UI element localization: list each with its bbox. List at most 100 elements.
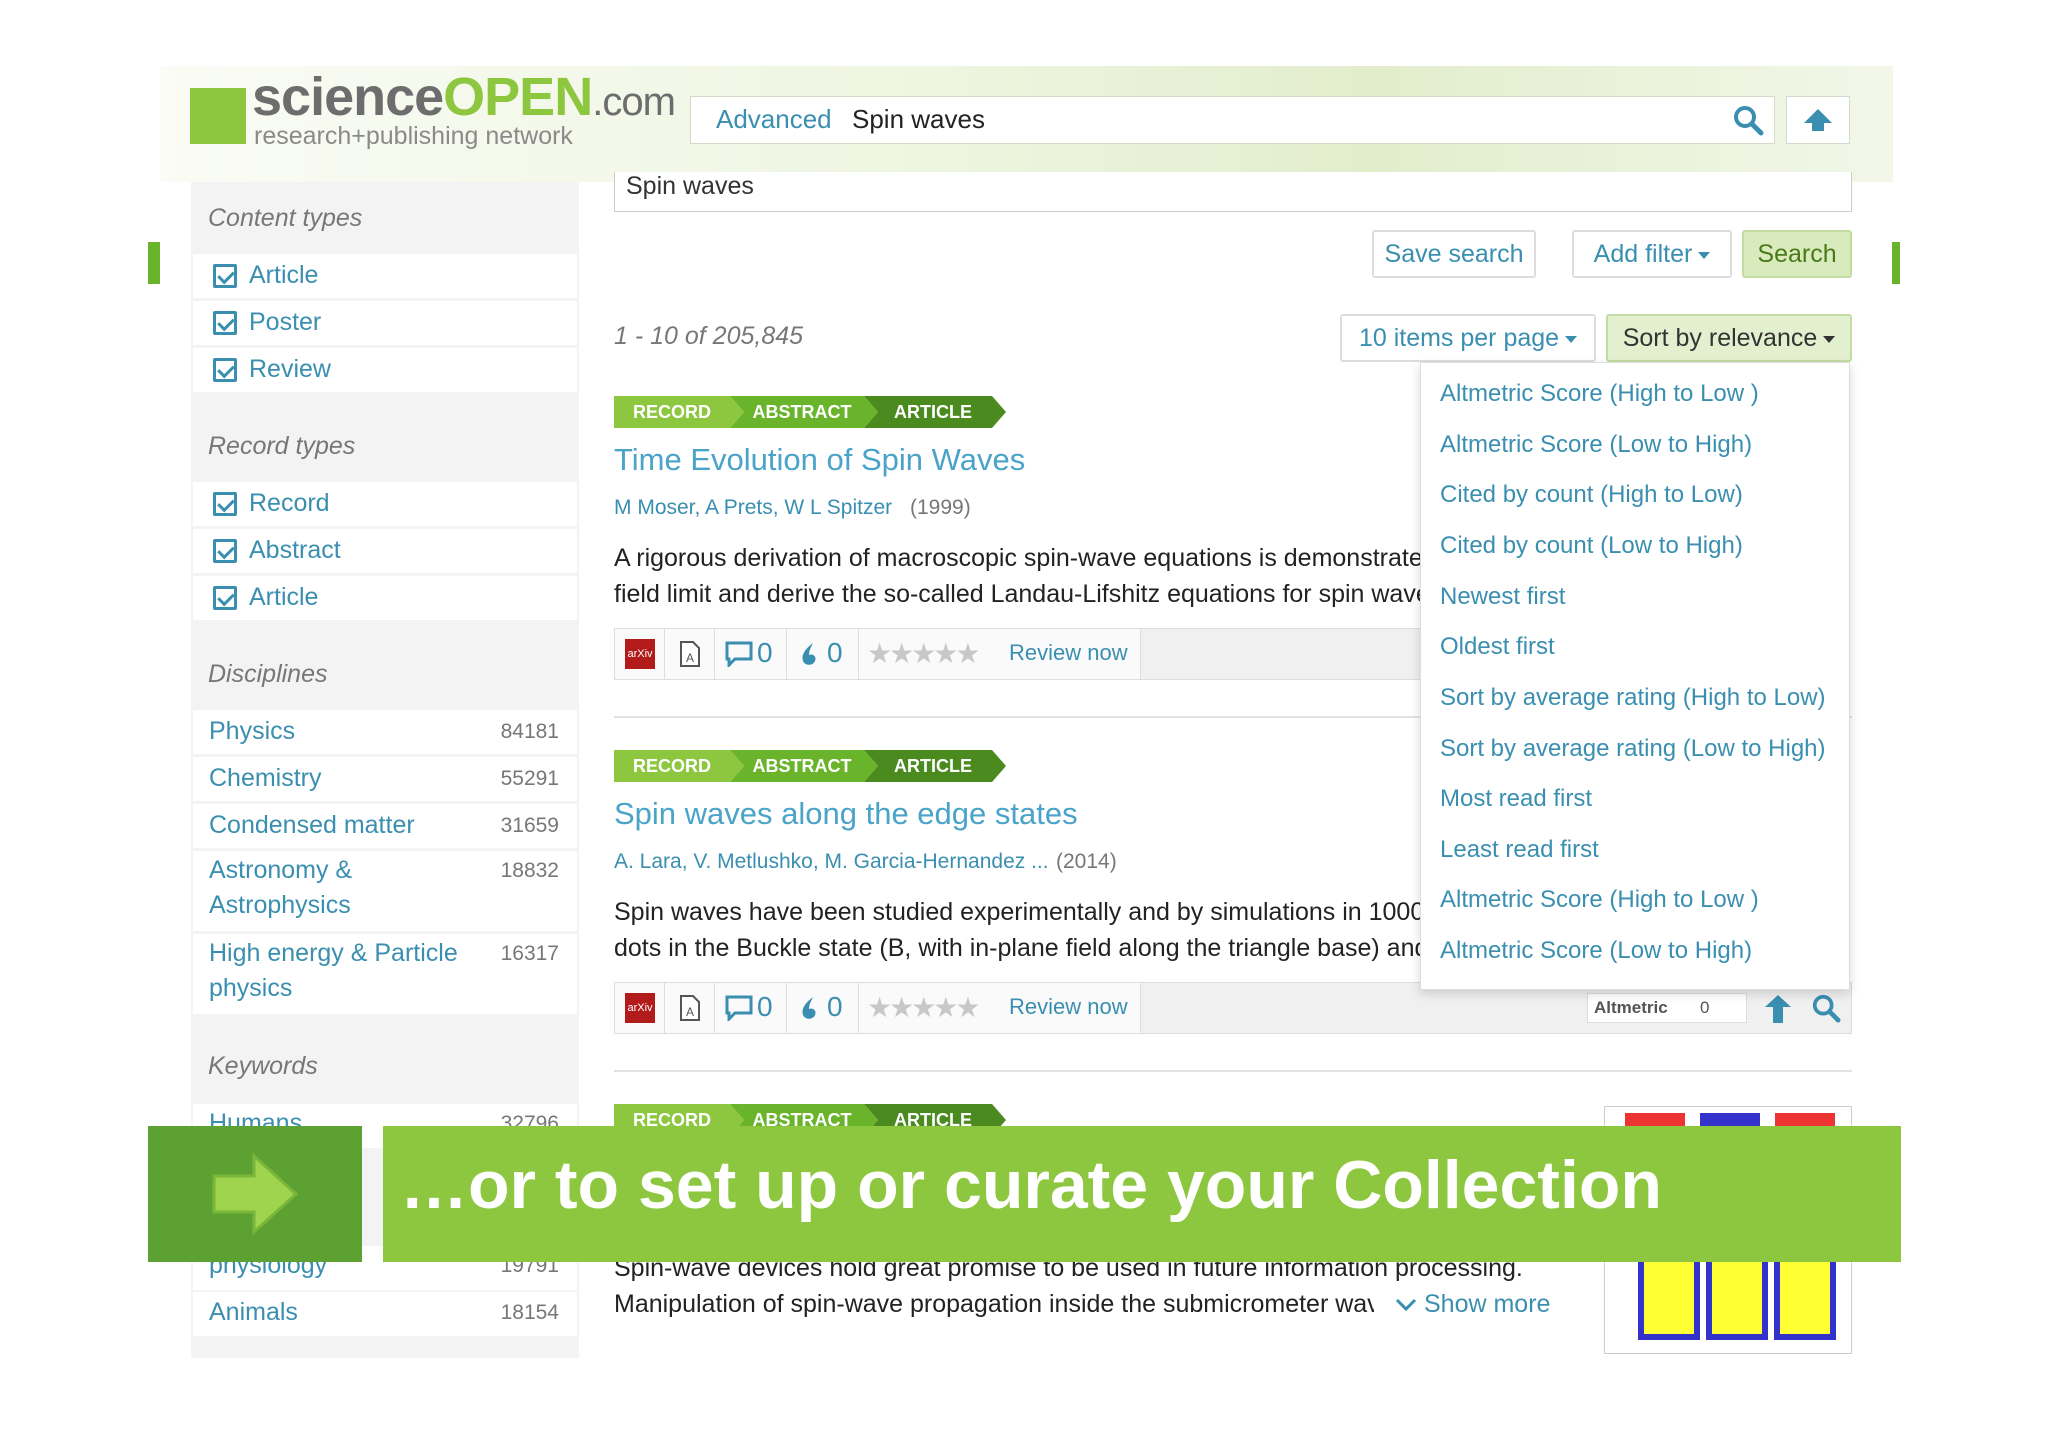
result-title[interactable]: Spin waves along the edge states (614, 796, 1078, 832)
result-authors[interactable]: M Moser, A Prets, W L Spitzer (614, 496, 892, 520)
checkbox-checked-icon[interactable] (213, 492, 237, 516)
logo-tagline: research+publishing network (254, 122, 573, 150)
result-year: (2014) (1056, 850, 1117, 873)
content-types-heading: Content types (208, 204, 363, 232)
divider (614, 1070, 1852, 1072)
filter-record-record[interactable]: Record (193, 482, 577, 526)
filter-record-abstract[interactable]: Abstract (193, 529, 577, 573)
sort-option[interactable]: Cited by count (Low to High) (1440, 532, 1743, 560)
checkbox-checked-icon[interactable] (213, 358, 237, 382)
result-abstract-line: A rigorous derivation of macroscopic spi… (614, 544, 1420, 572)
sort-option[interactable]: Sort by average rating (High to Low) (1440, 684, 1826, 712)
logo-square (190, 88, 246, 144)
discipline-item[interactable]: Physics 84181 (193, 710, 577, 754)
discipline-item[interactable]: Condensed matter 31659 (193, 804, 577, 848)
arxiv-button[interactable]: arXiv (615, 629, 665, 679)
result-count: 1 - 10 of 205,845 (614, 322, 804, 350)
altmetric-badge[interactable]: Altmetric 0 (1587, 993, 1747, 1023)
record-type-tags: RECORD ABSTRACT ARTICLE (614, 750, 1006, 782)
record-type-tags: RECORD ABSTRACT ARTICLE (614, 396, 1006, 428)
fulltext-button[interactable]: A (665, 983, 715, 1033)
search-icon[interactable] (1732, 104, 1764, 136)
sort-option[interactable]: Altmetric Score (Low to High) (1440, 431, 1752, 459)
items-per-page-dropdown[interactable]: 10 items per page (1340, 314, 1596, 362)
caret-down-icon (1823, 335, 1836, 343)
arrow-up-icon (1804, 109, 1832, 131)
pin-icon[interactable] (1763, 993, 1793, 1025)
discipline-item[interactable]: Chemistry 55291 (193, 757, 577, 801)
discipline-item[interactable]: High energy & Particle physics 16317 (193, 934, 577, 1014)
sort-option[interactable]: Newest first (1440, 583, 1565, 611)
filter-content-article[interactable]: Article (193, 254, 577, 298)
record-types-heading: Record types (208, 432, 356, 460)
result-abstract-line: field limit and derive the so-called Lan… (614, 580, 1420, 608)
recommend-icon (802, 997, 816, 1019)
recommend-button[interactable]: 0 (787, 983, 859, 1033)
sort-option[interactable]: Sort by average rating (Low to High) (1440, 735, 1826, 763)
result-year: (1999) (910, 496, 971, 519)
caret-down-icon (1565, 335, 1578, 343)
result-authors[interactable]: A. Lara, V. Metlushko, M. Garcia-Hernand… (614, 850, 1049, 874)
query-field-value: Spin waves (626, 172, 754, 200)
checkbox-checked-icon[interactable] (213, 539, 237, 563)
keywords-heading: Keywords (208, 1052, 318, 1080)
rating-stars-icon[interactable]: ★★★★★ (867, 637, 981, 670)
comment-icon (725, 641, 753, 667)
sort-dropdown[interactable]: Sort by relevance (1606, 314, 1852, 362)
result-abstract-line: Manipulation of spin-wave propagation in… (614, 1290, 1374, 1318)
review-now-link[interactable]: Review now (1009, 640, 1128, 666)
checkbox-checked-icon[interactable] (213, 264, 237, 288)
result-toolbar: arXiv A 0 0 ★★★★★ Review now (614, 628, 1424, 680)
sort-option[interactable]: Altmetric Score (Low to High) (1440, 937, 1752, 965)
comment-icon (725, 995, 753, 1021)
discipline-item[interactable]: Astronomy & Astrophysics 18832 (193, 851, 577, 931)
search-icon[interactable] (1811, 993, 1841, 1023)
document-icon: A (680, 995, 700, 1021)
comments-button[interactable]: 0 (715, 629, 787, 679)
disciplines-heading: Disciplines (208, 660, 328, 688)
rating-widget[interactable]: ★★★★★ Review now (859, 629, 1141, 679)
checkbox-checked-icon[interactable] (213, 586, 237, 610)
edge-marker-right (1892, 242, 1900, 284)
sort-option[interactable]: Most read first (1440, 785, 1592, 813)
search-input[interactable]: Spin waves (852, 104, 985, 135)
arxiv-icon: arXiv (625, 639, 655, 669)
sort-option[interactable]: Altmetric Score (High to Low ) (1440, 886, 1759, 914)
banner-text: …or to set up or curate your Collection (400, 1147, 1662, 1223)
keyword-item[interactable]: Animals 18154 (193, 1292, 577, 1336)
svg-text:A: A (686, 1005, 694, 1019)
review-now-link[interactable]: Review now (1009, 994, 1128, 1020)
rating-widget[interactable]: ★★★★★ Review now (859, 983, 1141, 1033)
filter-content-poster[interactable]: Poster (193, 301, 577, 345)
advanced-search-link[interactable]: Advanced (716, 104, 832, 135)
sort-option[interactable]: Least read first (1440, 836, 1599, 864)
result-title[interactable]: Time Evolution of Spin Waves (614, 442, 1025, 478)
arrow-right-icon (212, 1152, 299, 1236)
filter-record-article[interactable]: Article (193, 576, 577, 620)
recommend-button[interactable]: 0 (787, 629, 859, 679)
rating-stars-icon[interactable]: ★★★★★ (867, 991, 981, 1024)
filter-content-review[interactable]: Review (193, 348, 577, 392)
document-icon: A (680, 641, 700, 667)
recommend-icon (802, 643, 816, 665)
result-abstract-line: Spin waves have been studied experimenta… (614, 898, 1420, 926)
search-button[interactable]: Search (1742, 230, 1852, 278)
edge-marker-left (148, 242, 160, 284)
fulltext-button[interactable]: A (665, 629, 715, 679)
arxiv-button[interactable]: arXiv (615, 983, 665, 1033)
save-search-button[interactable]: Save search (1372, 230, 1536, 278)
logo[interactable]: scienceOPEN.com (252, 70, 676, 124)
checkbox-checked-icon[interactable] (213, 311, 237, 335)
show-more-link[interactable]: Show more (1394, 1286, 1550, 1322)
add-filter-button[interactable]: Add filter (1572, 230, 1732, 278)
caret-down-icon (1698, 251, 1711, 259)
comments-button[interactable]: 0 (715, 983, 787, 1033)
result-abstract-line: dots in the Buckle state (B, with in-pla… (614, 934, 1420, 962)
chevron-down-icon (1395, 1299, 1417, 1312)
sort-option[interactable]: Oldest first (1440, 633, 1555, 661)
sort-option[interactable]: Cited by count (High to Low) (1440, 481, 1743, 509)
sort-option[interactable]: Altmetric Score (High to Low ) (1440, 380, 1759, 408)
arxiv-icon: arXiv (625, 993, 655, 1023)
banner-arrow-block (148, 1126, 362, 1262)
query-field[interactable] (614, 172, 1852, 212)
